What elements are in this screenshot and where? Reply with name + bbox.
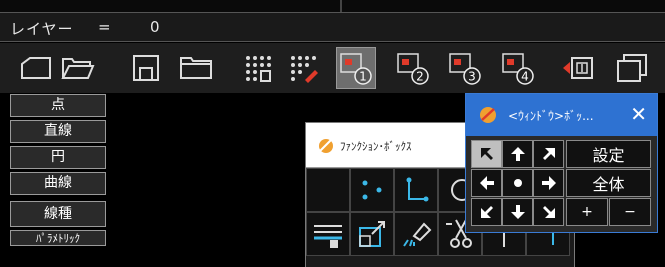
window-box: <ｳｨﾝﾄﾞｳ>ﾎﾞｯ... ✕ 設定 全体 + −: [465, 93, 658, 233]
open-folder-icon: [61, 58, 95, 79]
layer-4-icon: 4: [502, 53, 534, 85]
command-line[interactable]: 直線: [10, 120, 106, 143]
pan-up-button[interactable]: [502, 140, 533, 168]
arrow-left-icon: [479, 176, 494, 190]
points-icon: [362, 180, 382, 200]
zoom-out-button[interactable]: −: [609, 198, 651, 226]
pan-left-button[interactable]: [471, 169, 502, 197]
command-point[interactable]: 点: [10, 94, 106, 117]
arrow-down-icon: [510, 205, 525, 219]
command-parametric[interactable]: ﾊﾟﾗﾒﾄﾘｯｸ: [10, 230, 106, 246]
app-logo-icon: [480, 107, 496, 123]
paint-icon: [403, 222, 432, 247]
arrow-up-left-icon: [480, 148, 493, 160]
layer-4-button[interactable]: 4: [498, 47, 538, 89]
layer-1-icon: 1: [340, 53, 372, 85]
layer-manage-icon: [563, 57, 593, 79]
pan-right-button[interactable]: [533, 169, 564, 197]
zoom-in-button[interactable]: +: [566, 198, 608, 226]
layer-bar: レイヤー = 0: [0, 12, 665, 42]
layer-manage-button[interactable]: [558, 47, 598, 89]
grid-select-icon: [246, 56, 271, 82]
window-box-title: <ｳｨﾝﾄﾞｳ>ﾎﾞｯ...: [508, 109, 594, 123]
open-folder-button[interactable]: [58, 47, 98, 89]
save-button[interactable]: [126, 47, 166, 89]
grid-erase-button[interactable]: [283, 47, 323, 89]
new-file-icon: [21, 57, 51, 79]
new-file-button[interactable]: [16, 47, 56, 89]
command-curve[interactable]: 曲線: [10, 172, 106, 195]
layer-3-icon: 3: [449, 53, 481, 85]
layer-2-button[interactable]: 2: [393, 47, 433, 89]
resize-tool-button[interactable]: [350, 212, 394, 256]
command-list: 点 直線 円 曲線 線種 ﾊﾟﾗﾒﾄﾘｯｸ: [10, 94, 106, 249]
arrow-right-icon: [541, 176, 556, 190]
linetype-tool-button[interactable]: [306, 212, 350, 256]
layer-3-button[interactable]: 3: [445, 47, 485, 89]
layer-value[interactable]: 0: [150, 18, 160, 36]
function-cell[interactable]: [306, 168, 350, 212]
arrow-up-right-icon: [542, 148, 555, 160]
svg-text:4: 4: [521, 70, 529, 84]
save-icon: [133, 55, 159, 81]
folder-icon: [180, 57, 212, 79]
function-box-title: ﾌｧﾝｸｼｮﾝ･ﾎﾞｯｸｽ: [340, 140, 412, 153]
window-box-titlebar[interactable]: <ｳｨﾝﾄﾞｳ>ﾎﾞｯ... ✕: [466, 94, 657, 136]
pan-down-left-button[interactable]: [471, 198, 502, 226]
svg-text:3: 3: [468, 70, 476, 84]
dot-icon: [513, 179, 522, 187]
window-button[interactable]: [612, 47, 652, 89]
pan-down-right-button[interactable]: [533, 198, 564, 226]
corner-line-icon: [406, 177, 429, 202]
layer-label: レイヤー: [10, 20, 74, 38]
arrow-down-right-icon: [542, 206, 555, 218]
main-toolbar: 1 2 3 4: [0, 43, 665, 93]
paint-tool-button[interactable]: [394, 212, 438, 256]
center-button[interactable]: [502, 169, 533, 197]
layer-1-button[interactable]: 1: [336, 47, 376, 89]
arrow-down-left-icon: [480, 206, 493, 218]
svg-text:2: 2: [416, 70, 424, 84]
point-tool-button[interactable]: [350, 168, 394, 212]
line-style-icon: [314, 225, 342, 248]
divider: [340, 0, 342, 12]
app-logo-icon: [319, 139, 333, 153]
scale-icon: [359, 221, 385, 247]
pan-down-button[interactable]: [502, 198, 533, 226]
layer-equals: =: [98, 18, 111, 36]
command-line-type[interactable]: 線種: [10, 201, 106, 227]
top-strip: [0, 0, 665, 12]
close-icon[interactable]: ✕: [630, 102, 647, 126]
line-tool-button[interactable]: [394, 168, 438, 212]
settings-button[interactable]: 設定: [566, 140, 651, 168]
pan-up-right-button[interactable]: [533, 140, 564, 168]
svg-text:1: 1: [359, 70, 367, 84]
pan-up-left-button[interactable]: [471, 140, 502, 168]
grid-select-button[interactable]: [238, 47, 278, 89]
folder-button[interactable]: [176, 47, 216, 89]
command-circle[interactable]: 円: [10, 146, 106, 169]
fit-all-button[interactable]: 全体: [566, 169, 651, 197]
arrow-up-icon: [510, 147, 525, 161]
layer-2-icon: 2: [397, 53, 429, 85]
grid-erase-icon: [291, 56, 318, 83]
window-icon: [617, 54, 647, 82]
